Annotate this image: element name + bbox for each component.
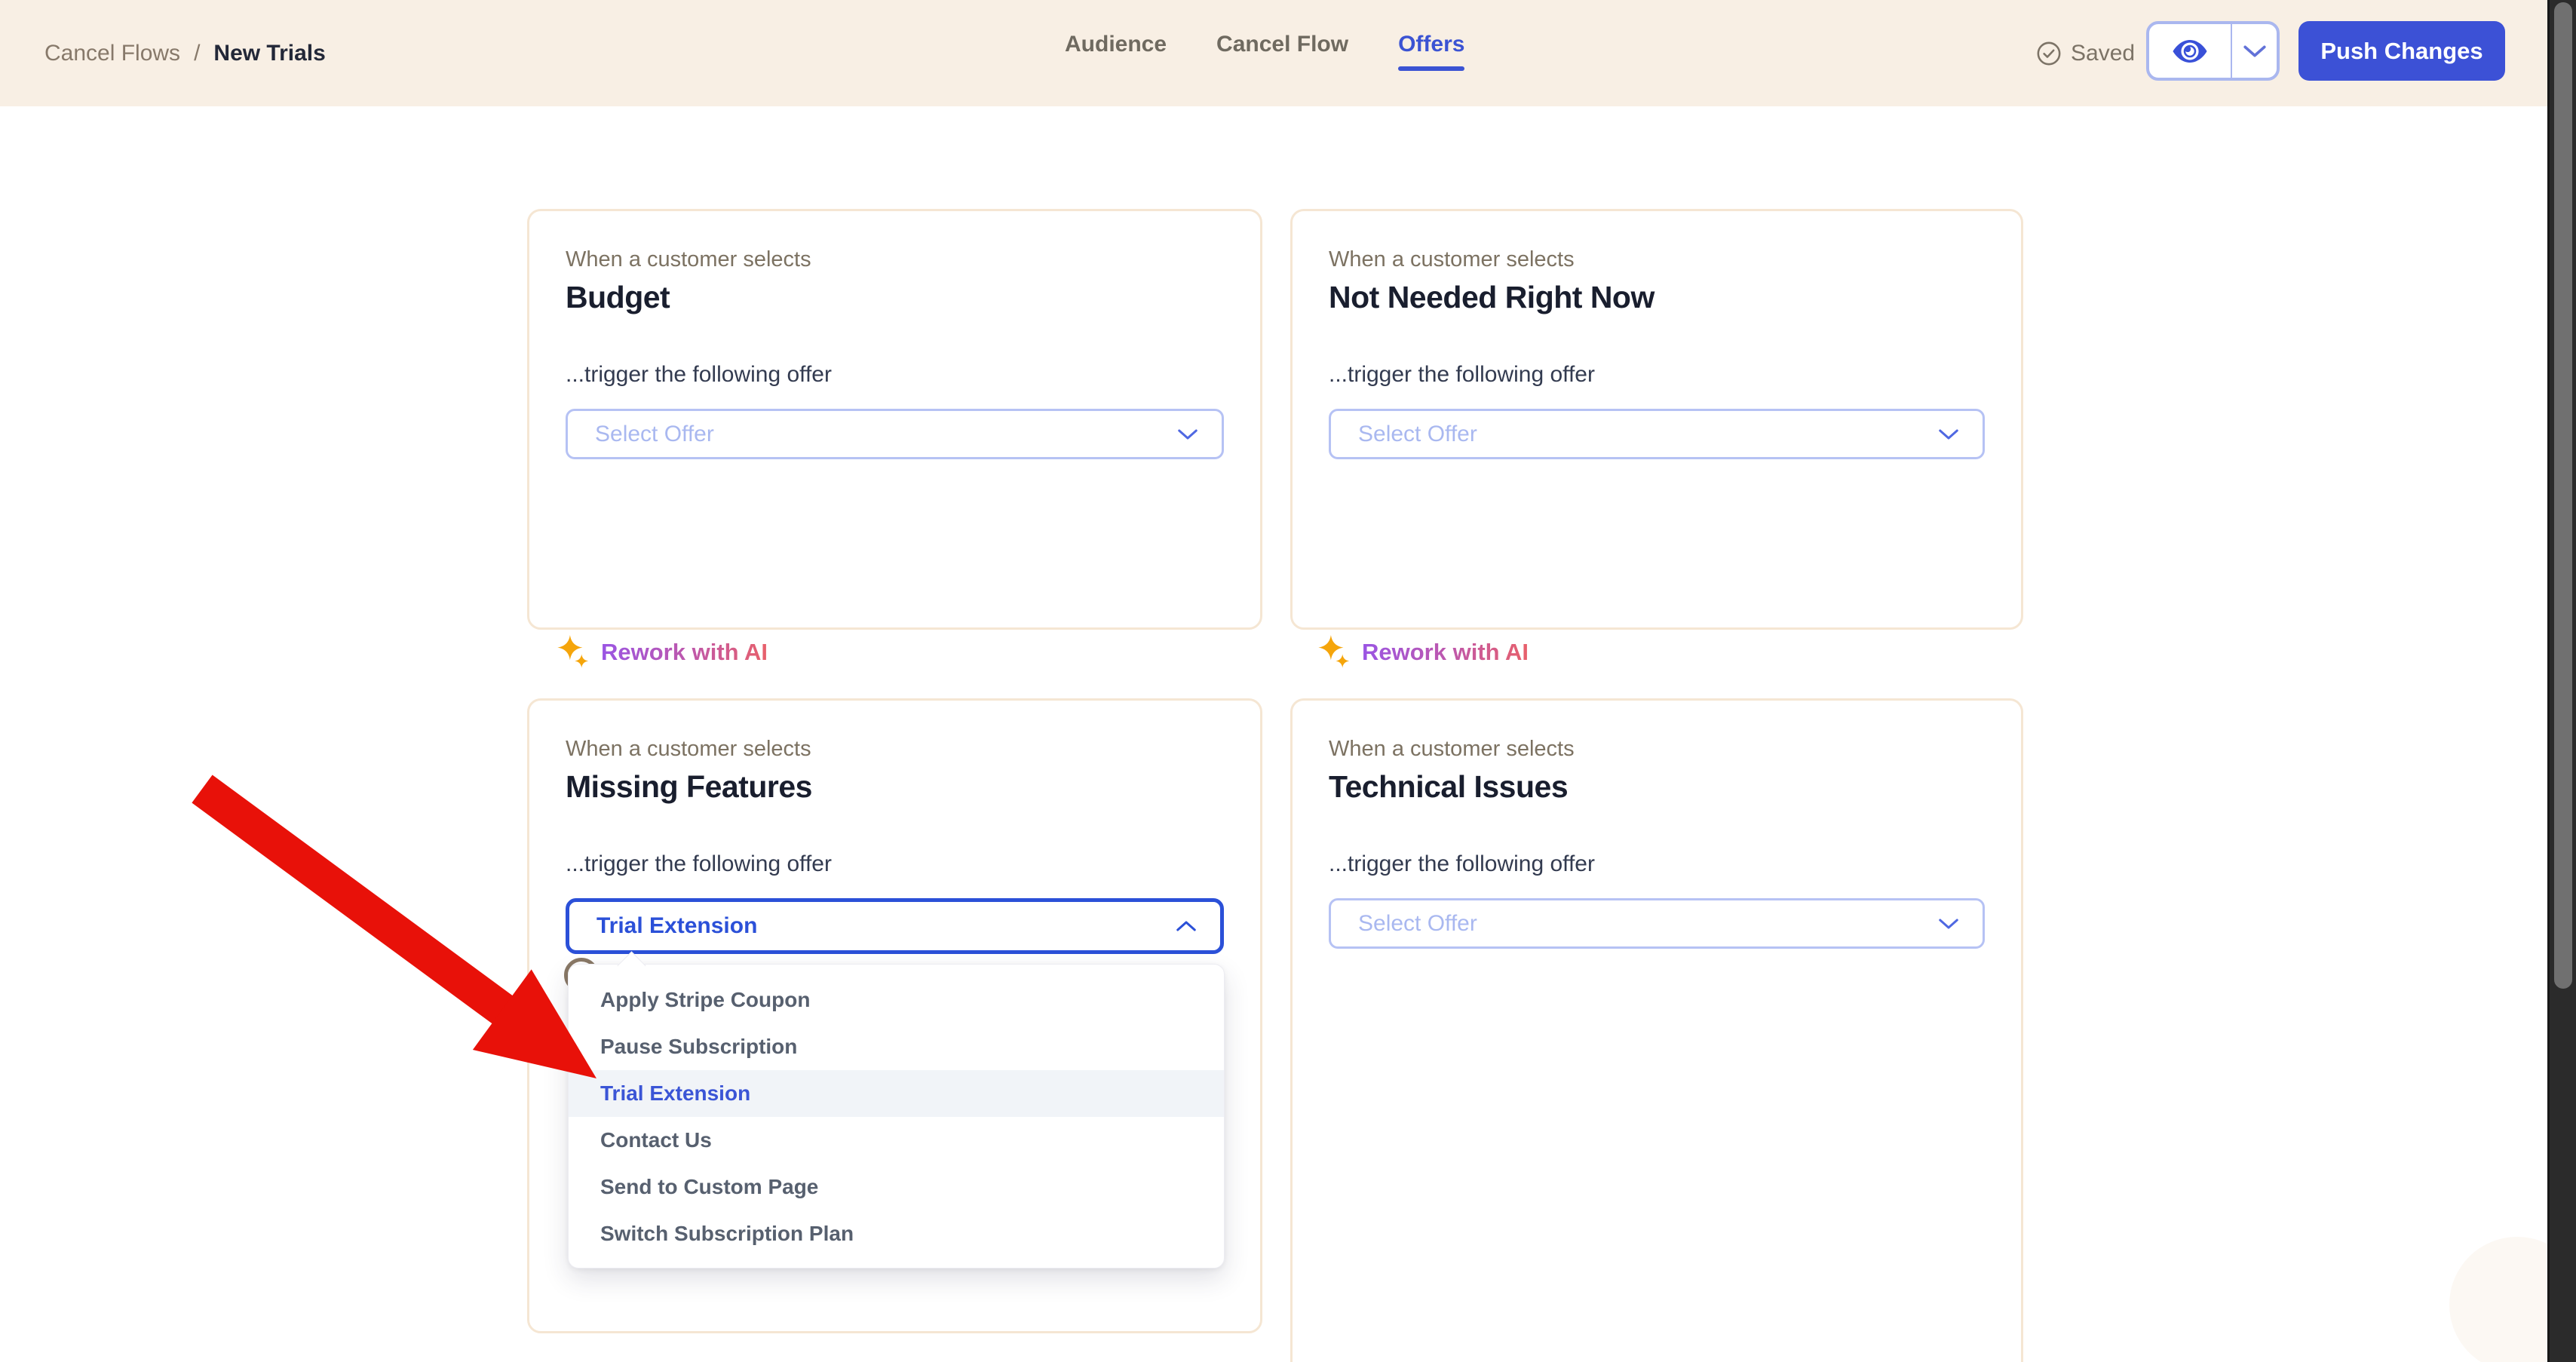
card-title-not-needed: Not Needed Right Now <box>1329 278 1985 317</box>
card-title-budget: Budget <box>566 278 1224 317</box>
rework-with-ai-label: Rework with AI <box>601 639 768 666</box>
select-offer-not-needed[interactable]: Select Offer <box>1329 409 1985 459</box>
tab-offers[interactable]: Offers <box>1398 32 1464 60</box>
card-prefix: When a customer selects <box>1329 735 1985 762</box>
option-contact-us[interactable]: Contact Us <box>569 1117 1224 1164</box>
tab-cancel-flow[interactable]: Cancel Flow <box>1216 32 1348 60</box>
offer-card-not-needed: When a customer selects Not Needed Right… <box>1290 209 2023 630</box>
option-trial-extension[interactable]: Trial Extension <box>569 1070 1224 1117</box>
card-prefix: When a customer selects <box>566 735 1224 762</box>
select-value: Trial Extension <box>596 913 757 939</box>
preview-split-button <box>2146 21 2280 81</box>
rework-with-ai-link[interactable]: Rework with AI <box>557 635 768 670</box>
saved-status: Saved <box>2036 0 2135 106</box>
eye-icon <box>2172 38 2208 64</box>
sparkles-icon <box>557 635 590 670</box>
offer-dropdown-menu: Apply Stripe Coupon Pause Subscription T… <box>568 964 1225 1268</box>
offers-page: Cancel Flows / New Trials Audience Cance… <box>0 0 2576 1362</box>
breadcrumb-current-page: New Trials <box>213 41 325 66</box>
red-arrow-annotation <box>0 0 2576 1362</box>
card-title-missing-features: Missing Features <box>566 767 1224 806</box>
preview-options-button[interactable] <box>2232 24 2277 78</box>
offer-card-budget: When a customer selects Budget ...trigge… <box>527 209 1262 630</box>
card-trigger-label: ...trigger the following offer <box>566 360 1224 389</box>
saved-label: Saved <box>2071 41 2135 66</box>
card-prefix: When a customer selects <box>1329 246 1985 273</box>
rework-with-ai-label: Rework with AI <box>1362 639 1529 666</box>
top-bar: Cancel Flows / New Trials Audience Cance… <box>0 0 2576 106</box>
sparkles-icon <box>1318 635 1351 670</box>
preview-button[interactable] <box>2149 24 2232 78</box>
select-offer-budget[interactable]: Select Offer <box>566 409 1224 459</box>
option-pause-subscription[interactable]: Pause Subscription <box>569 1023 1224 1070</box>
card-trigger-label: ...trigger the following offer <box>566 850 1224 879</box>
check-circle-icon <box>2036 41 2062 66</box>
push-changes-button[interactable]: Push Changes <box>2298 21 2505 81</box>
option-send-to-custom-page[interactable]: Send to Custom Page <box>569 1164 1224 1210</box>
select-placeholder: Select Offer <box>595 422 714 447</box>
scrollbar-thumb[interactable] <box>2554 2 2572 989</box>
breadcrumb: Cancel Flows / New Trials <box>44 0 326 106</box>
select-placeholder: Select Offer <box>1358 422 1477 447</box>
chevron-down-icon <box>1937 428 1960 441</box>
breadcrumb-cancel-flows[interactable]: Cancel Flows <box>44 41 180 66</box>
scrollbar <box>2547 0 2576 1362</box>
card-trigger-label: ...trigger the following offer <box>1329 850 1985 879</box>
chevron-down-icon <box>1937 917 1960 931</box>
option-apply-stripe-coupon[interactable]: Apply Stripe Coupon <box>569 977 1224 1023</box>
breadcrumb-separator: / <box>194 41 200 66</box>
select-offer-technical-issues[interactable]: Select Offer <box>1329 898 1985 949</box>
card-title-technical-issues: Technical Issues <box>1329 767 1985 806</box>
tab-audience[interactable]: Audience <box>1065 32 1167 60</box>
chevron-up-icon <box>1175 919 1198 933</box>
select-placeholder: Select Offer <box>1358 911 1477 937</box>
option-switch-subscription-plan[interactable]: Switch Subscription Plan <box>569 1210 1224 1257</box>
center-tabs: Audience Cancel Flow Offers <box>1065 20 1464 72</box>
card-prefix: When a customer selects <box>566 246 1224 273</box>
chevron-down-icon <box>2242 44 2268 59</box>
select-offer-missing-features[interactable]: Trial Extension <box>566 898 1224 954</box>
card-trigger-label: ...trigger the following offer <box>1329 360 1985 389</box>
chevron-down-icon <box>1176 428 1199 441</box>
offer-card-technical-issues: When a customer selects Technical Issues… <box>1290 698 2023 1362</box>
rework-with-ai-link[interactable]: Rework with AI <box>1318 635 1529 670</box>
